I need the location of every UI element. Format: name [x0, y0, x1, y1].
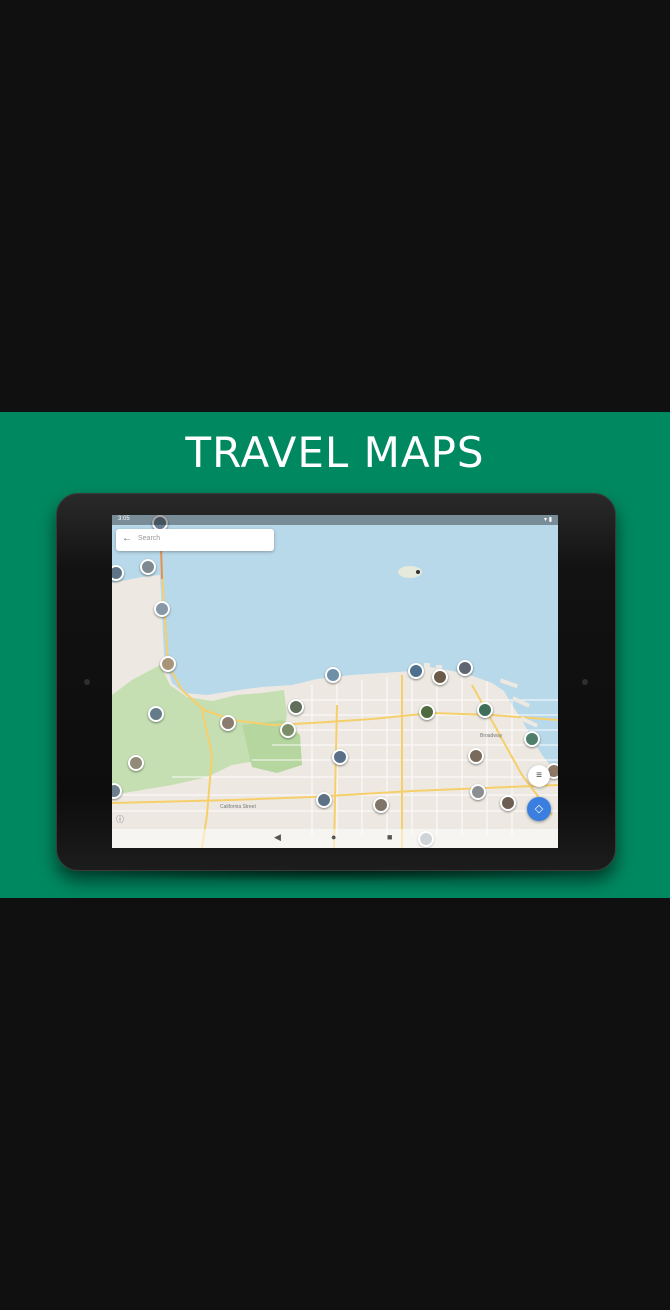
banner-title: TRAVEL MAPS: [185, 428, 485, 477]
photo-pin[interactable]: [470, 784, 486, 800]
map-label-california-street: California Street: [220, 804, 256, 810]
locate-button[interactable]: ◇: [527, 797, 551, 821]
nav-home-icon[interactable]: ●: [331, 832, 336, 842]
status-icons: ▾ ▮: [544, 517, 552, 523]
nav-back-icon[interactable]: ◀: [274, 832, 281, 843]
filter-icon: ≡: [536, 770, 542, 781]
photo-pin[interactable]: [148, 706, 164, 722]
status-bar: 3:05 ▾ ▮: [112, 515, 558, 525]
camera-dot: [582, 679, 588, 685]
photo-pin[interactable]: [457, 660, 473, 676]
photo-pin[interactable]: [419, 704, 435, 720]
tablet-screen: California Street Broadway 3:05 ▾ ▮ ← Se…: [112, 515, 558, 848]
photo-pin[interactable]: [477, 702, 493, 718]
photo-pin[interactable]: [408, 663, 424, 679]
photo-pin[interactable]: [468, 748, 484, 764]
photo-pin[interactable]: [432, 669, 448, 685]
filter-button[interactable]: ≡: [528, 765, 550, 787]
photo-pin[interactable]: [154, 601, 170, 617]
photo-pin[interactable]: [524, 731, 540, 747]
search-input[interactable]: Search: [138, 535, 160, 542]
photo-pin[interactable]: [220, 715, 236, 731]
arrow-left-icon[interactable]: ←: [122, 533, 132, 544]
map-label-broadway: Broadway: [480, 733, 503, 739]
photo-pin[interactable]: [140, 559, 156, 575]
camera-dot: [84, 679, 90, 685]
photo-pin[interactable]: [288, 699, 304, 715]
search-bar[interactable]: ← Search: [116, 529, 274, 551]
locate-icon: ◇: [534, 803, 544, 815]
photo-pin[interactable]: [500, 795, 516, 811]
photo-pin[interactable]: [280, 722, 296, 738]
photo-pin[interactable]: [332, 749, 348, 765]
photo-pin[interactable]: [160, 656, 176, 672]
info-icon[interactable]: ⓘ: [116, 814, 124, 825]
photo-pin[interactable]: [373, 797, 389, 813]
photo-pin[interactable]: [128, 755, 144, 771]
photo-pin[interactable]: [325, 667, 341, 683]
photo-pin[interactable]: [316, 792, 332, 808]
navigation-bar: ◀ ● ■: [112, 829, 558, 848]
nav-recents-icon[interactable]: ■: [387, 832, 392, 842]
status-time: 3:05: [118, 516, 130, 522]
